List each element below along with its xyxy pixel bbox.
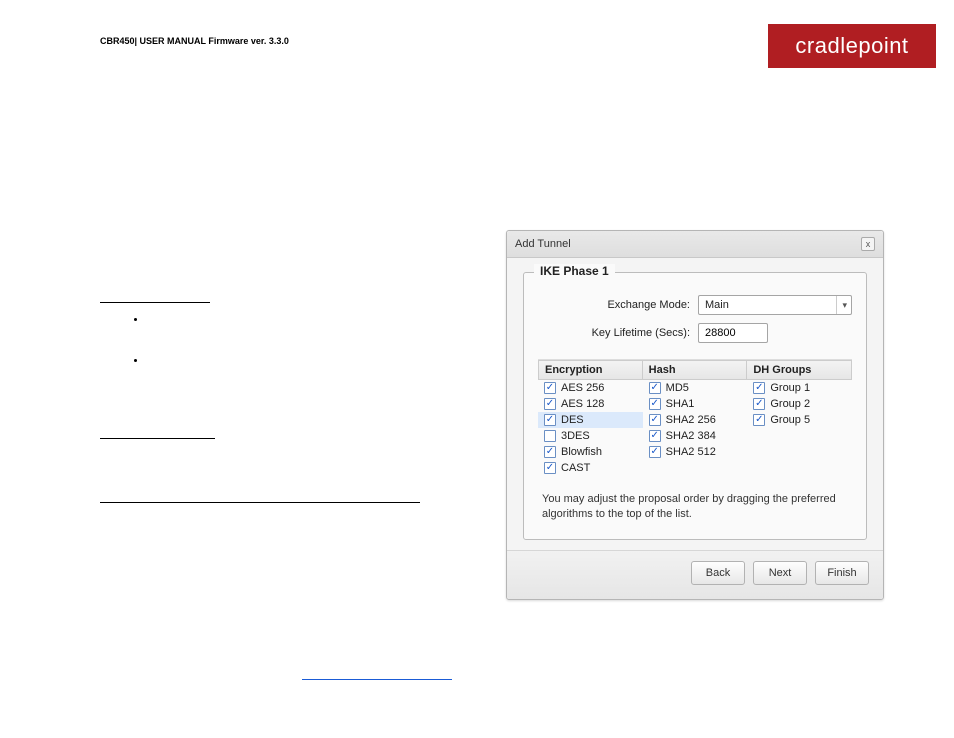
dh-header: DH Groups: [747, 360, 852, 380]
dialog-body: IKE Phase 1 Exchange Mode: Main ▾ Key Li…: [507, 258, 883, 550]
hash-column: Hash MD5 SHA1 SHA2 256 SHA2 384 SHA2 512: [643, 360, 748, 476]
list-item[interactable]: DES: [538, 412, 643, 428]
proposal-hint: You may adjust the proposal order by dra…: [538, 492, 852, 523]
checkbox-icon[interactable]: [544, 414, 556, 426]
dh-column: DH Groups Group 1 Group 2 Group 5: [747, 360, 852, 476]
exchange-mode-row: Exchange Mode: Main ▾: [538, 295, 852, 315]
hash-header: Hash: [643, 360, 748, 380]
key-lifetime-label: Key Lifetime (Secs):: [538, 327, 698, 339]
checkbox-icon[interactable]: [649, 430, 661, 442]
checkbox-icon[interactable]: [753, 398, 765, 410]
left-column-text: [100, 290, 470, 508]
finish-button[interactable]: Finish: [815, 561, 869, 585]
list-item[interactable]: Group 2: [747, 396, 852, 412]
list-item[interactable]: CAST: [538, 460, 643, 476]
fieldset-legend: IKE Phase 1: [534, 264, 615, 278]
chevron-down-icon: ▾: [836, 296, 847, 314]
checkbox-icon[interactable]: [544, 462, 556, 474]
brand-logo: cradlepoint: [768, 24, 936, 68]
key-lifetime-input[interactable]: [698, 323, 768, 343]
checkbox-icon[interactable]: [649, 414, 661, 426]
list-item[interactable]: Group 5: [747, 412, 852, 428]
checkbox-icon[interactable]: [753, 414, 765, 426]
doc-header: CBR450| USER MANUAL Firmware ver. 3.3.0: [100, 36, 289, 46]
list-item[interactable]: SHA1: [643, 396, 748, 412]
ike-phase1-fieldset: IKE Phase 1 Exchange Mode: Main ▾ Key Li…: [523, 272, 867, 540]
key-lifetime-row: Key Lifetime (Secs):: [538, 323, 852, 343]
list-item[interactable]: Blowfish: [538, 444, 643, 460]
dialog-footer: Back Next Finish: [507, 550, 883, 599]
list-item[interactable]: AES 128: [538, 396, 643, 412]
algorithm-columns: Encryption AES 256 AES 128 DES 3DES Blow…: [538, 359, 852, 476]
list-item[interactable]: SHA2 384: [643, 428, 748, 444]
dialog-title: Add Tunnel: [515, 238, 571, 250]
encryption-header: Encryption: [538, 360, 643, 380]
list-item[interactable]: Group 1: [747, 380, 852, 396]
dialog-titlebar: Add Tunnel x: [507, 231, 883, 258]
checkbox-icon[interactable]: [753, 382, 765, 394]
checkbox-icon[interactable]: [544, 398, 556, 410]
footer-link: [302, 679, 452, 680]
checkbox-icon[interactable]: [649, 446, 661, 458]
checkbox-icon[interactable]: [544, 382, 556, 394]
exchange-mode-select[interactable]: Main ▾: [698, 295, 852, 315]
back-button[interactable]: Back: [691, 561, 745, 585]
list-item[interactable]: SHA2 256: [643, 412, 748, 428]
exchange-mode-value: Main: [705, 299, 729, 311]
close-icon[interactable]: x: [861, 237, 875, 251]
list-item[interactable]: AES 256: [538, 380, 643, 396]
checkbox-icon[interactable]: [649, 382, 661, 394]
list-item[interactable]: MD5: [643, 380, 748, 396]
add-tunnel-dialog: Add Tunnel x IKE Phase 1 Exchange Mode: …: [506, 230, 884, 600]
list-item[interactable]: SHA2 512: [643, 444, 748, 460]
list-item[interactable]: 3DES: [538, 428, 643, 444]
checkbox-icon[interactable]: [544, 446, 556, 458]
exchange-mode-label: Exchange Mode:: [538, 299, 698, 311]
checkbox-icon[interactable]: [649, 398, 661, 410]
checkbox-icon[interactable]: [544, 430, 556, 442]
encryption-column: Encryption AES 256 AES 128 DES 3DES Blow…: [538, 360, 643, 476]
next-button[interactable]: Next: [753, 561, 807, 585]
